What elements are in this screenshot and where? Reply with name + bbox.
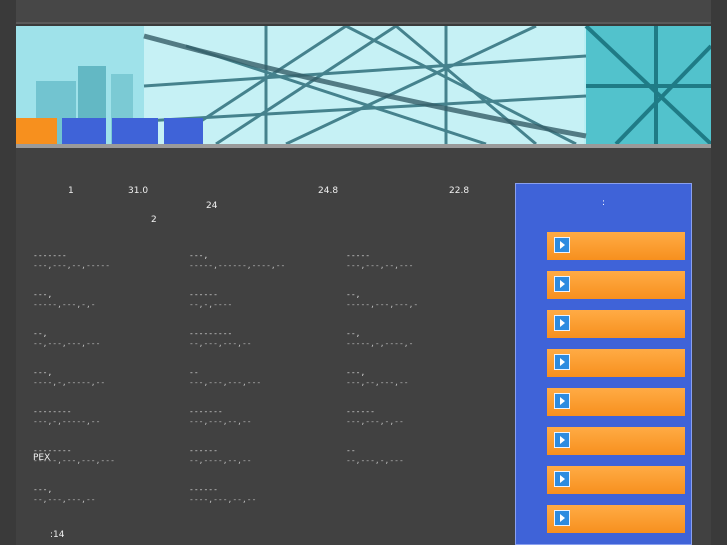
category-description: -----,-,----,- <box>346 339 414 348</box>
sidebar-button-5[interactable] <box>547 388 685 416</box>
price-value-2: 31.0 <box>128 186 149 196</box>
category-description: ----,-,-----,-- <box>33 378 106 387</box>
category-description: ---,---,--,----- <box>33 261 111 270</box>
category-description: --,---,-,--- <box>346 456 404 465</box>
play-arrow-icon <box>554 354 570 370</box>
category-link[interactable]: ------- <box>33 251 67 260</box>
category-link[interactable]: --, <box>346 290 360 299</box>
category-description: ---,--,---,-- <box>346 378 409 387</box>
category-link[interactable]: --------- <box>189 329 232 338</box>
category-description: ---,---,--,-- <box>189 417 252 426</box>
category-description: --,---,---,--- <box>33 339 101 348</box>
category-description: -----,------,----,-- <box>189 261 286 270</box>
sidebar-button-4[interactable] <box>547 349 685 377</box>
category-link[interactable]: ---, <box>33 368 52 377</box>
category-description: -----,---,---,- <box>346 300 419 309</box>
category-link[interactable]: ---, <box>33 290 52 299</box>
category-description: ---,-,-----,-- <box>33 417 101 426</box>
sidebar-title: : <box>601 198 606 208</box>
category-description: -----,---,-,- <box>33 300 96 309</box>
price-value-6: 2 <box>151 215 157 225</box>
category-link[interactable]: ---, <box>189 251 208 260</box>
category-link[interactable]: ---, <box>346 368 365 377</box>
category-link[interactable]: ------ <box>189 446 218 455</box>
sidebar-button-6[interactable] <box>547 427 685 455</box>
sidebar-button-7[interactable] <box>547 466 685 494</box>
sidebar: : <box>515 183 692 545</box>
category-link[interactable]: --, <box>346 329 360 338</box>
category-description: ---,---,--,--- <box>346 261 414 270</box>
tab-4[interactable] <box>164 118 203 144</box>
category-link[interactable]: -------- <box>33 407 72 416</box>
footer-note: :14 <box>50 530 65 540</box>
sidebar-button-1[interactable] <box>547 232 685 260</box>
category-link[interactable]: ------- <box>189 407 223 416</box>
category-description: ---,---,-,-- <box>346 417 404 426</box>
pex-label: PEX <box>33 453 51 463</box>
play-arrow-icon <box>554 393 570 409</box>
category-description: ----,---,--,-- <box>189 495 257 504</box>
play-arrow-icon <box>554 276 570 292</box>
price-value-3: 24.8 <box>318 186 339 196</box>
sidebar-button-2[interactable] <box>547 271 685 299</box>
category-description: --,-,---- <box>189 300 233 309</box>
play-arrow-icon <box>554 432 570 448</box>
sidebar-button-8[interactable] <box>547 505 685 533</box>
play-arrow-icon <box>554 237 570 253</box>
category-link[interactable]: ------ <box>189 290 218 299</box>
category-link[interactable]: ------ <box>189 485 218 494</box>
tab-2[interactable] <box>62 118 106 144</box>
category-link[interactable]: --, <box>33 329 47 338</box>
tab-3[interactable] <box>112 118 158 144</box>
price-value-4: 22.8 <box>449 186 470 196</box>
header-banner <box>16 26 711 148</box>
category-link[interactable]: ----- <box>346 251 370 260</box>
category-link[interactable]: -- <box>346 446 356 455</box>
tab-1[interactable] <box>16 118 57 144</box>
category-description: --,----,--,-- <box>189 456 252 465</box>
category-description: ---,---,---,--- <box>189 378 262 387</box>
category-link[interactable]: ---, <box>33 485 52 494</box>
sidebar-button-3[interactable] <box>547 310 685 338</box>
category-link[interactable]: ------ <box>346 407 375 416</box>
play-arrow-icon <box>554 510 570 526</box>
category-description: --,---,---,-- <box>33 495 96 504</box>
price-value-5: 24 <box>206 201 218 211</box>
category-description: --,---,---,-- <box>189 339 252 348</box>
price-value-1: 1 <box>68 186 74 196</box>
play-arrow-icon <box>554 471 570 487</box>
category-link[interactable]: -- <box>189 368 199 377</box>
top-bar <box>16 0 711 24</box>
play-arrow-icon <box>554 315 570 331</box>
